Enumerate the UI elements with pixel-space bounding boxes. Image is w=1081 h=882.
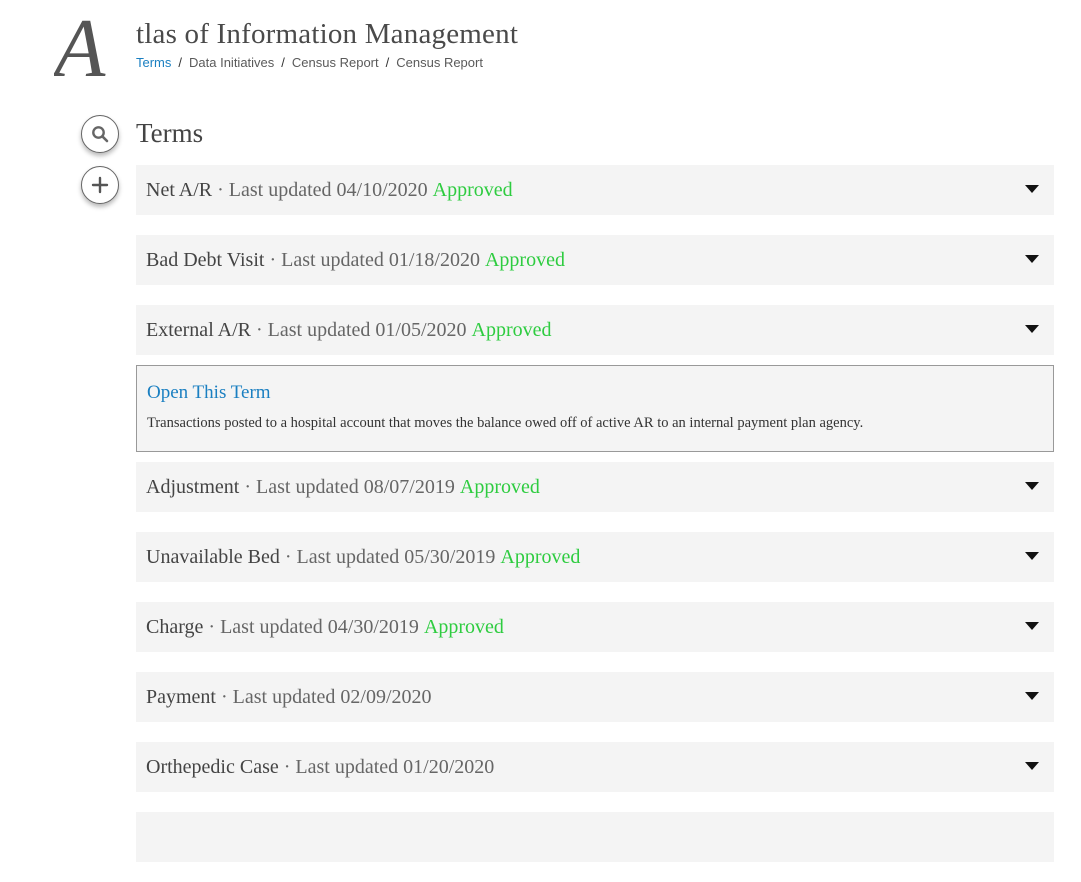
term-row[interactable]: Adjustment · Last updated 08/07/2019 Appr…: [136, 462, 1054, 512]
term-last-updated: · Last updated 04/30/2019: [208, 615, 419, 638]
open-term-link[interactable]: Open This Term: [147, 382, 271, 404]
term-heading: External A/R · Last updated 01/05/2020 Ap…: [146, 319, 552, 342]
term-name: Payment: [146, 685, 221, 708]
search-icon: [92, 126, 109, 143]
search-button[interactable]: [81, 115, 119, 153]
term-last-updated: · Last updated 05/30/2019: [284, 545, 496, 568]
breadcrumb-link[interactable]: Terms: [136, 55, 171, 70]
chevron-down-icon[interactable]: [1025, 185, 1039, 193]
term-list: Net A/R · Last updated 04/10/2020 Approve…: [136, 165, 1054, 882]
page-title: Terms: [136, 118, 204, 148]
term-name: Unavailable Bed: [146, 545, 285, 568]
site-header: A tlas of Information Management Terms / D…: [54, 12, 754, 84]
breadcrumb-link[interactable]: Census Report: [292, 55, 379, 70]
breadcrumb-separator: /: [281, 55, 285, 70]
term-last-updated: · Last updated 02/09/2020: [221, 685, 432, 708]
term-name: Net A/R: [146, 178, 218, 201]
term-heading: Adjustment · Last updated 08/07/2019 Appr…: [146, 476, 540, 499]
term-name: External A/R: [146, 318, 256, 341]
breadcrumb-separator: /: [178, 55, 183, 70]
term-row[interactable]: Orthepedic Case · Last updated 01/20/202…: [136, 742, 1054, 792]
term-detail-panel: Open This Term Transactions posted to a h…: [136, 365, 1054, 452]
term-heading: Payment · Last updated 02/09/2020: [146, 686, 432, 709]
logo-letter: A: [54, 12, 106, 82]
add-term-button[interactable]: [81, 166, 119, 204]
status-badge: Approved: [484, 248, 565, 271]
status-badge: Approved: [423, 615, 504, 638]
term-name: Orthepedic Case: [146, 755, 284, 778]
term-row[interactable]: Bad Debt Visit · Last updated 01/18/2020…: [136, 235, 1054, 285]
chevron-down-icon[interactable]: [1025, 692, 1039, 700]
chevron-down-icon[interactable]: [1025, 325, 1039, 333]
term-row[interactable]: Charge · Last updated 04/30/2019 Approved: [136, 602, 1054, 652]
term-row[interactable]: External A/R · Last updated 01/05/2020 Ap…: [136, 305, 1054, 355]
site-title: tlas of Information Management: [136, 18, 519, 50]
breadcrumb: Terms / Data Initiatives / Census Report / Cen…: [136, 55, 483, 70]
term-heading: Unavailable Bed · Last updated 05/30/201…: [146, 546, 580, 569]
chevron-down-icon[interactable]: [1025, 552, 1039, 560]
term-description: Transactions posted to a hospital accoun…: [147, 415, 864, 431]
chevron-down-icon[interactable]: [1025, 482, 1039, 490]
breadcrumb-link[interactable]: Census Report: [396, 55, 483, 70]
plus-icon: [91, 176, 109, 194]
term-name: Charge: [146, 615, 209, 638]
term-row[interactable]: Payment · Last updated 02/09/2020: [136, 672, 1054, 722]
term-row[interactable]: Unavailable Bed · Last updated 05/30/201…: [136, 532, 1054, 582]
term-last-updated: · Last updated 04/10/2020: [217, 178, 428, 201]
breadcrumb-link[interactable]: Data Initiatives: [189, 55, 274, 70]
term-heading: Charge · Last updated 04/30/2019 Approved: [146, 616, 504, 639]
term-last-updated: · Last updated 08/07/2019: [244, 475, 455, 498]
status-badge: Approved: [500, 545, 581, 568]
term-name: Bad Debt Visit: [146, 248, 270, 271]
term-heading: Net A/R · Last updated 04/10/2020 Approve…: [146, 179, 513, 202]
chevron-down-icon[interactable]: [1025, 255, 1039, 263]
status-badge: Approved: [432, 178, 513, 201]
breadcrumb-separator: /: [385, 55, 390, 70]
term-last-updated: · Last updated 01/05/2020: [255, 318, 467, 341]
status-badge: Approved: [471, 318, 552, 341]
term-last-updated: · Last updated 01/20/2020: [283, 755, 495, 778]
status-badge: Approved: [459, 475, 540, 498]
term-heading: Bad Debt Visit · Last updated 01/18/2020…: [146, 249, 565, 272]
term-name: Adjustment: [146, 475, 245, 498]
atlas-logo[interactable]: A: [54, 12, 132, 82]
term-row[interactable]: Net A/R · Last updated 04/10/2020 Approve…: [136, 165, 1054, 215]
chevron-down-icon[interactable]: [1025, 762, 1039, 770]
chevron-down-icon[interactable]: [1025, 622, 1039, 630]
term-heading: Orthepedic Case · Last updated 01/20/202…: [146, 756, 494, 779]
term-row[interactable]: [136, 812, 1054, 862]
term-last-updated: · Last updated 01/18/2020: [269, 248, 480, 271]
